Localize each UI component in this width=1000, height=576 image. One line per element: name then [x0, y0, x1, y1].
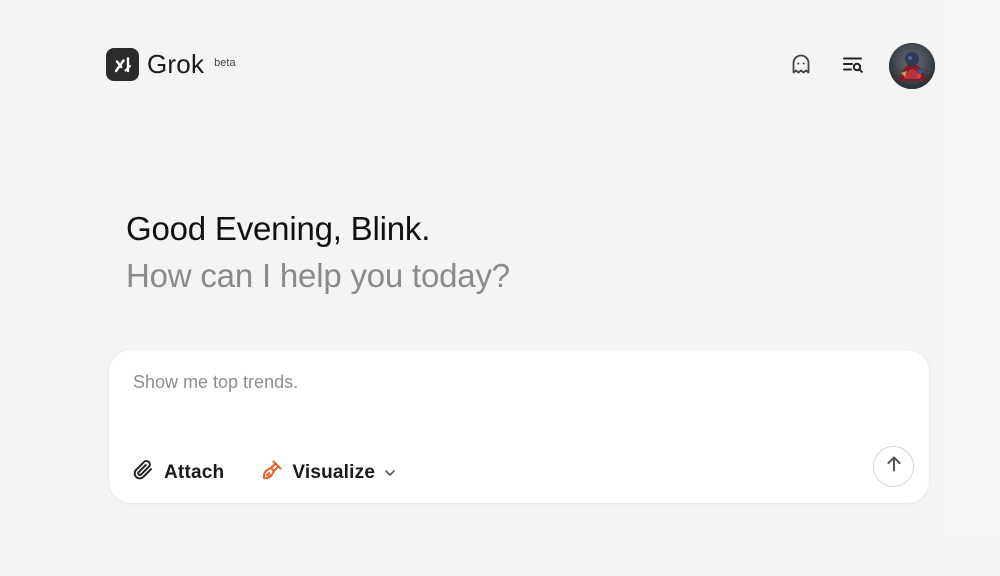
avatar[interactable]	[889, 43, 935, 89]
beta-badge: beta	[214, 57, 236, 69]
message-composer: Attach Visualize	[109, 350, 929, 503]
history-search-button[interactable]	[839, 52, 867, 80]
paperclip-icon	[131, 458, 155, 487]
greeting-title: Good Evening, Blink.	[126, 210, 431, 247]
header-actions	[787, 43, 935, 89]
brand-name: Grok	[147, 49, 205, 79]
brand[interactable]: Grok beta	[106, 48, 236, 81]
arrow-up-icon	[884, 454, 904, 479]
composer-tools: Attach Visualize	[131, 458, 396, 487]
logo-icon	[106, 48, 139, 81]
visualize-dropdown[interactable]: Visualize	[260, 458, 396, 487]
paintbrush-icon	[260, 458, 284, 487]
ghost-icon	[789, 52, 813, 81]
chevron-down-icon	[384, 467, 396, 479]
attach-label: Attach	[164, 461, 225, 483]
send-button[interactable]	[873, 446, 914, 487]
app-page: Grok beta Good Evening, Blink. How can I…	[0, 0, 1000, 576]
private-chat-button[interactable]	[787, 52, 815, 80]
history-search-icon	[841, 52, 865, 81]
greeting-subtitle: How can I help you today?	[126, 257, 510, 294]
right-edge-panel	[942, 0, 1000, 535]
visualize-label: Visualize	[292, 461, 376, 483]
attach-button[interactable]: Attach	[131, 458, 224, 487]
message-input[interactable]	[133, 372, 893, 393]
